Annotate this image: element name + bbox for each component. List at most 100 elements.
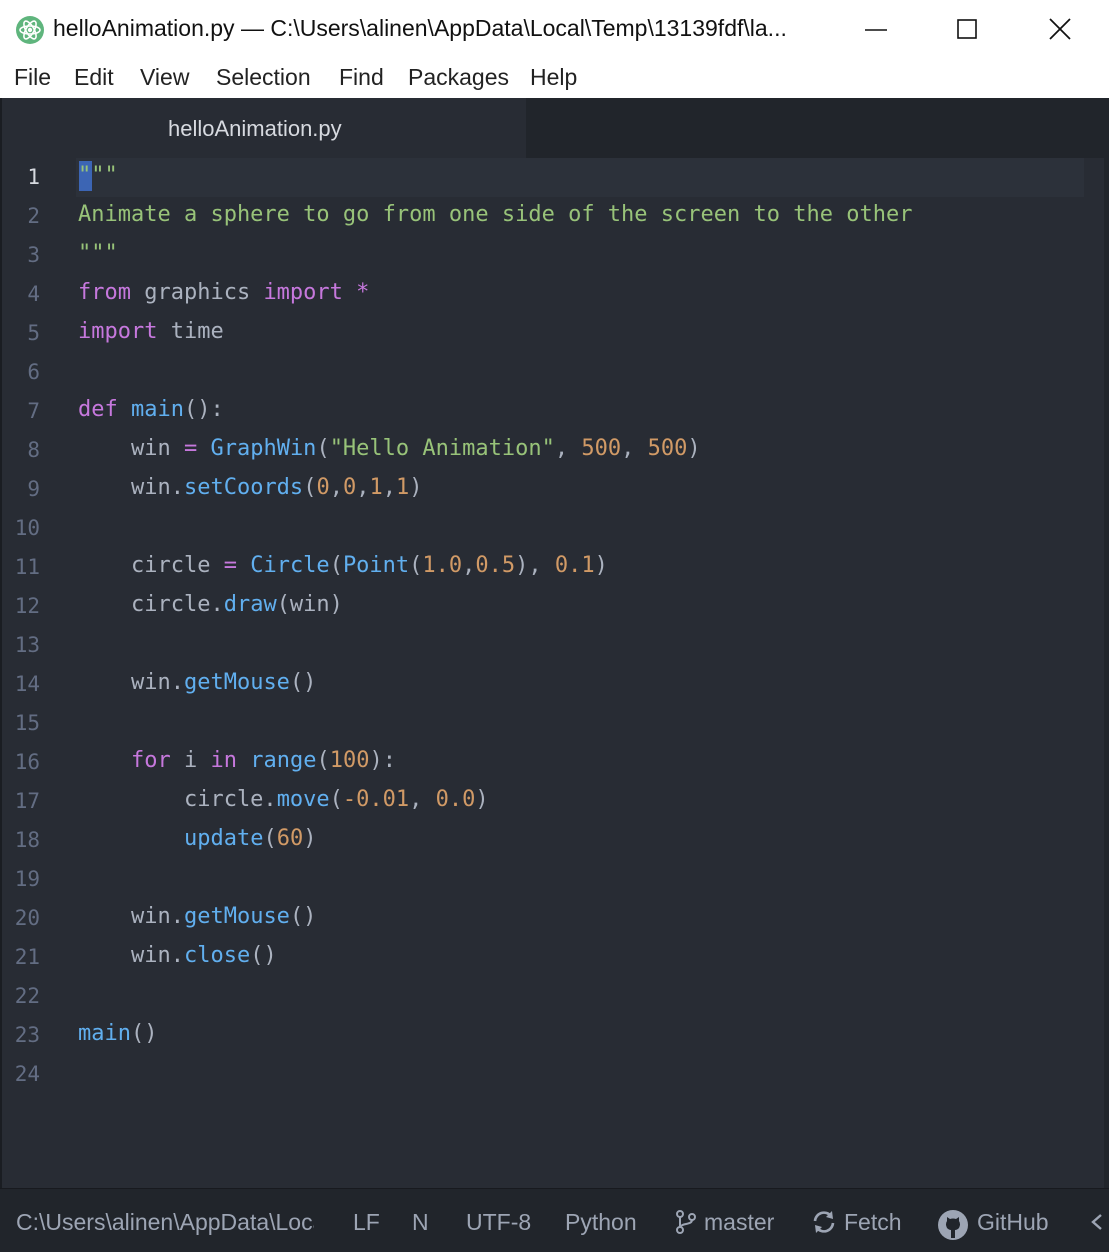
line-number: 19	[14, 867, 40, 891]
status-line-ending[interactable]: LF	[353, 1209, 380, 1236]
code-token: circle.	[78, 592, 224, 617]
code-token: import	[78, 319, 158, 344]
minimize-icon	[865, 29, 887, 31]
status-indicator[interactable]: N	[412, 1209, 429, 1236]
menu-find[interactable]: Find	[339, 64, 384, 91]
atom-app-icon	[16, 16, 44, 44]
code-line: def main():	[78, 397, 224, 422]
line-number: 15	[14, 711, 40, 735]
code-token: """	[78, 163, 118, 188]
code-token: (	[316, 436, 330, 461]
code-token: main	[78, 1021, 131, 1046]
menu-edit[interactable]: Edit	[74, 64, 114, 91]
code-line: win.setCoords(0,0,1,1)	[78, 475, 422, 500]
status-github[interactable]: GitHub	[977, 1209, 1049, 1236]
code-token: move	[276, 787, 330, 812]
code-token: def	[78, 397, 118, 422]
code-token: win	[78, 436, 184, 461]
github-icon	[937, 1209, 969, 1246]
code-token: in	[210, 748, 237, 773]
status-branch[interactable]: master	[704, 1209, 774, 1236]
code-token: )	[409, 475, 423, 500]
chevron-left-icon[interactable]	[1087, 1209, 1107, 1240]
code-token: draw	[223, 592, 277, 617]
code-token: 60	[276, 826, 304, 851]
code-token: )	[594, 553, 608, 578]
code-token: close	[183, 943, 251, 968]
code-token: ,	[462, 553, 476, 578]
git-branch-icon	[674, 1209, 698, 1240]
code-line: for i in range(100):	[78, 748, 396, 773]
code-token: ,	[329, 475, 343, 500]
code-line: """	[78, 163, 118, 188]
code-token: *	[356, 280, 370, 305]
tab-hello-animation[interactable]: helloAnimation.py	[2, 98, 526, 158]
code-line: win.getMouse()	[78, 670, 316, 695]
status-fetch[interactable]: Fetch	[844, 1209, 902, 1236]
code-token: ,	[554, 436, 582, 461]
cursor-line-highlight	[76, 158, 1084, 197]
code-line: win = GraphWin("Hello Animation", 500, 5…	[78, 436, 701, 461]
code-token: for	[130, 748, 171, 773]
maximize-button[interactable]	[921, 0, 1013, 60]
code-token: (	[316, 748, 330, 773]
menu-view[interactable]: View	[140, 64, 189, 91]
line-number: 24	[14, 1062, 40, 1086]
code-token: (	[329, 787, 343, 812]
minimize-button[interactable]	[830, 0, 922, 60]
code-token: circle.	[78, 787, 277, 812]
code-token: "Hello Animation"	[329, 436, 555, 461]
code-token: ()	[289, 670, 317, 695]
status-grammar[interactable]: Python	[565, 1209, 637, 1236]
code-token: 0	[342, 475, 357, 500]
code-token: getMouse	[183, 670, 290, 695]
code-line: win.close()	[78, 943, 277, 968]
line-number: 22	[14, 984, 40, 1008]
code-token: ,	[621, 436, 648, 461]
code-token: range	[250, 748, 317, 773]
line-number: 13	[14, 633, 40, 657]
close-button[interactable]	[1014, 0, 1106, 60]
status-encoding[interactable]: UTF-8	[466, 1209, 531, 1236]
code-token: time	[157, 319, 224, 344]
tab-label: helloAnimation.py	[168, 116, 342, 141]
code-token: )	[303, 826, 317, 851]
code-token: setCoords	[183, 475, 304, 500]
code-token: 0.5	[475, 553, 516, 578]
menu-file[interactable]: File	[14, 64, 51, 91]
sync-icon	[811, 1209, 837, 1240]
code-token: ):	[369, 748, 396, 773]
code-token: 500	[647, 436, 688, 461]
line-number: 9	[27, 477, 40, 501]
status-file-path[interactable]: C:\Users\alinen\AppData\Local\Temp\13139…	[16, 1209, 314, 1236]
code-token: =	[223, 553, 237, 578]
code-token: 500	[581, 436, 622, 461]
line-number: 4	[27, 282, 40, 306]
line-number: 2	[27, 204, 40, 228]
line-number: 21	[14, 945, 40, 969]
title-bar: helloAnimation.py — C:\Users\alinen\AppD…	[0, 0, 1109, 60]
code-line: Animate a sphere to go from one side of …	[78, 202, 912, 227]
code-line: main()	[78, 1021, 157, 1046]
code-token: win.	[78, 943, 184, 968]
code-token: circle	[78, 553, 224, 578]
code-token: ,	[382, 475, 396, 500]
editor-scrollbar[interactable]	[1104, 158, 1109, 1188]
code-token: 0.0	[435, 787, 476, 812]
code-token: 1	[395, 475, 410, 500]
menu-help[interactable]: Help	[530, 64, 577, 91]
line-number: 14	[14, 672, 40, 696]
line-number: 8	[27, 438, 40, 462]
menu-selection[interactable]: Selection	[216, 64, 311, 91]
line-number: 12	[14, 594, 40, 618]
menu-packages[interactable]: Packages	[408, 64, 509, 91]
code-token: ()	[130, 1021, 158, 1046]
line-number: 6	[27, 360, 40, 384]
line-number: 18	[14, 828, 40, 852]
code-token: )	[687, 436, 701, 461]
line-number: 23	[14, 1023, 40, 1047]
window-title: helloAnimation.py — C:\Users\alinen\AppD…	[53, 15, 787, 41]
